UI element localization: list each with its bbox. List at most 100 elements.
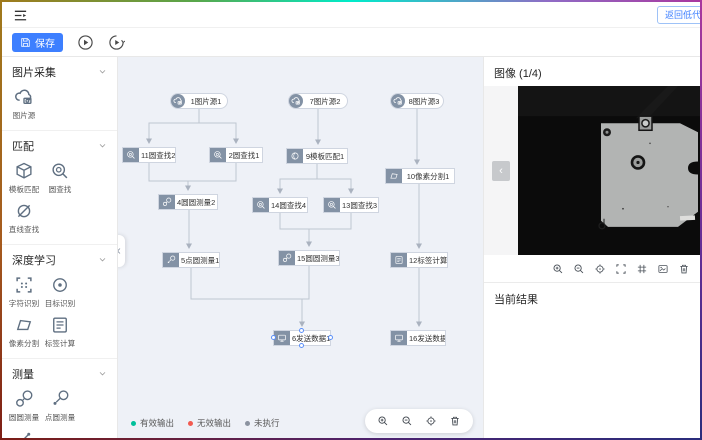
- node-send-data-2[interactable]: 16发送数据2: [390, 330, 446, 346]
- section-header-matching[interactable]: 匹配: [2, 138, 117, 153]
- node-label-calc-1[interactable]: 12标签计算1: [390, 252, 448, 268]
- part-image: [518, 86, 700, 255]
- zoom-in-icon[interactable]: [377, 415, 389, 427]
- save-button[interactable]: 保存: [12, 33, 63, 52]
- node-pixel-segmentation-1[interactable]: 10像素分割1: [385, 168, 455, 184]
- fullscreen-icon[interactable]: [615, 263, 627, 275]
- run-loop-button[interactable]: [108, 34, 125, 51]
- compare-image-icon[interactable]: [657, 263, 669, 275]
- node-send-data-1[interactable]: 6发送数据1: [273, 330, 331, 346]
- monitor-icon: [391, 331, 407, 345]
- trash-icon[interactable]: [678, 263, 690, 275]
- point-point-icon: [14, 429, 34, 438]
- locate-icon[interactable]: [594, 263, 606, 275]
- cube-icon: [14, 161, 34, 181]
- result-section-title: 当前结果: [484, 283, 700, 312]
- node-circle-find-1[interactable]: 2圆查找1: [209, 147, 263, 163]
- viewer-toolbar: [484, 255, 700, 283]
- circle-search-icon: [324, 198, 340, 212]
- node-handle-bottom[interactable]: [299, 343, 304, 348]
- zoom-out-icon[interactable]: [401, 415, 413, 427]
- node-template-match-1[interactable]: 9模板匹配1: [286, 148, 348, 164]
- node-circle-find-3[interactable]: 13圆查找3: [323, 197, 379, 213]
- section-measurement: 测量 圆圆测量 点圆测量 点点测量: [2, 359, 117, 438]
- section-header-image-acquisition[interactable]: 图片采集: [2, 64, 117, 79]
- circle-search-icon: [210, 148, 226, 162]
- node-image-source-1[interactable]: 1图片源1: [170, 93, 228, 109]
- status-legend: 有效输出 无效输出 未执行: [131, 417, 280, 429]
- zoom-in-icon[interactable]: [552, 263, 564, 275]
- node-handle-top[interactable]: [299, 328, 304, 333]
- point-circle-icon: [163, 253, 179, 267]
- circle-search-icon: [50, 161, 70, 181]
- tool-point-circle-measure[interactable]: 点圆测量: [42, 389, 78, 423]
- tool-label-calc[interactable]: 标签计算: [42, 315, 78, 349]
- camera-source-icon: [391, 94, 405, 108]
- circle-search-icon: [253, 198, 269, 212]
- run-once-button[interactable]: [77, 34, 94, 51]
- section-header-deep-learning[interactable]: 深度学习: [2, 252, 117, 267]
- node-handle-right[interactable]: [328, 335, 333, 340]
- tool-sidebar: 图片采集 图片源 匹配 模板匹配: [2, 57, 118, 438]
- tool-line-find[interactable]: 直线查找: [6, 201, 42, 235]
- section-deep-learning: 深度学习 字符识别 目标识别 像素分割 标签计算: [2, 245, 117, 359]
- tool-template-match[interactable]: 模板匹配: [6, 161, 42, 195]
- tool-pixel-segmentation[interactable]: 像素分割: [6, 315, 42, 349]
- node-handle-left[interactable]: [271, 335, 276, 340]
- chevron-down-icon: [98, 255, 107, 264]
- legend-not-executed: 未执行: [245, 417, 280, 429]
- sidebar-collapse-handle[interactable]: [118, 235, 125, 267]
- node-circle-circle-measure-3[interactable]: 15圆圆测量3: [278, 250, 340, 266]
- target-icon: [50, 275, 70, 295]
- circle-circle-icon: [14, 389, 34, 409]
- prev-image-button[interactable]: ‹: [492, 161, 510, 181]
- node-circle-find-4[interactable]: 14圆查找4: [252, 197, 308, 213]
- node-circle-circle-measure-2[interactable]: 4圆圆测量2: [158, 194, 218, 210]
- node-image-source-2[interactable]: 7图片源2: [288, 93, 348, 109]
- image-viewer: ‹: [484, 86, 700, 255]
- ocr-icon: [14, 275, 34, 295]
- flow-canvas[interactable]: 1图片源1 7图片源2 8图片源3 11圆查找2 2圆查找1 9模板匹配1 10…: [118, 57, 484, 438]
- section-image-acquisition: 图片采集 图片源: [2, 57, 117, 131]
- circle-search-icon: [123, 148, 139, 162]
- circle-circle-icon: [159, 195, 175, 209]
- sphere-icon: [287, 149, 303, 163]
- invalid-dot: [188, 421, 193, 426]
- section-header-measurement[interactable]: 测量: [2, 366, 117, 381]
- locate-icon[interactable]: [425, 415, 437, 427]
- chevron-down-icon: [98, 67, 107, 76]
- node-point-circle-measure-1[interactable]: 5点圆测量1: [162, 252, 220, 268]
- section-matching: 匹配 模板匹配 圆查找 直线查找: [2, 131, 117, 245]
- back-to-lowcode-button[interactable]: 返回低代: [657, 6, 702, 24]
- inspection-image[interactable]: [518, 86, 700, 255]
- app-window: 返回低代 保存 图片采集 图片源 匹配: [0, 0, 702, 440]
- segment-icon: [14, 315, 34, 335]
- save-icon: [20, 37, 31, 48]
- node-image-source-3[interactable]: 8图片源3: [390, 93, 444, 109]
- camera-source-icon: [171, 94, 185, 108]
- tool-char-recognition[interactable]: 字符识别: [6, 275, 42, 309]
- tool-object-recognition[interactable]: 目标识别: [42, 275, 78, 309]
- camera-source-icon: [14, 87, 34, 107]
- chevron-left-icon: [118, 247, 123, 255]
- tool-image-source[interactable]: 图片源: [6, 87, 42, 121]
- tool-point-point-measure[interactable]: 点点测量: [6, 429, 42, 438]
- point-circle-icon: [50, 389, 70, 409]
- valid-dot: [131, 421, 136, 426]
- grid-icon[interactable]: [636, 263, 648, 275]
- legend-invalid-output: 无效输出: [188, 417, 231, 429]
- zoom-out-icon[interactable]: [573, 263, 585, 275]
- doc-calc-icon: [50, 315, 70, 335]
- line-search-icon: [14, 201, 34, 221]
- circle-circle-icon: [279, 251, 295, 265]
- monitor-icon: [274, 331, 290, 345]
- chevron-down-icon: [98, 369, 107, 378]
- top-header: 返回低代: [2, 2, 700, 28]
- menu-icon[interactable]: [13, 8, 28, 23]
- tool-circle-find[interactable]: 圆查找: [42, 161, 78, 195]
- trash-icon[interactable]: [449, 415, 461, 427]
- camera-source-icon: [289, 94, 303, 108]
- node-circle-find-2[interactable]: 11圆查找2: [122, 147, 176, 163]
- result-panel: 图像 (1/4) ‹: [484, 57, 700, 438]
- tool-circle-circle-measure[interactable]: 圆圆测量: [6, 389, 42, 423]
